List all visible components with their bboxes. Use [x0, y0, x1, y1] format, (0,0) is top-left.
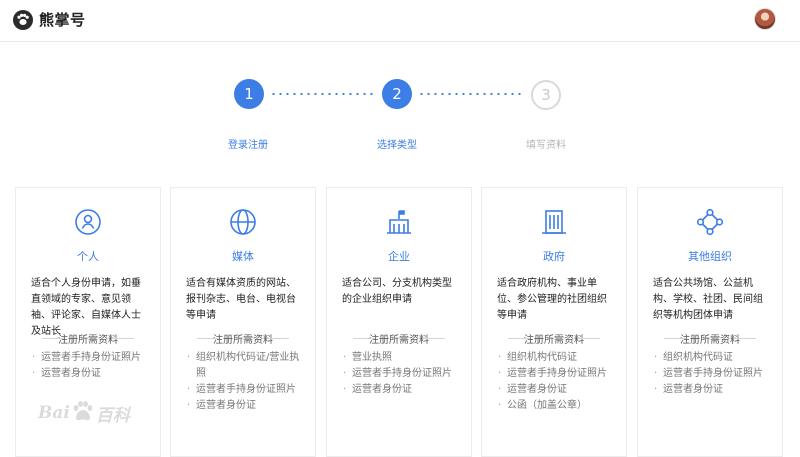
user-avatar[interactable]: [754, 8, 776, 30]
card-description: 适合有媒体资质的网站、报刊杂志、电台、电视台等申请: [186, 278, 296, 321]
step-connector-1: [270, 93, 374, 95]
requirements-list: 组织机构代码证 运营者手持身份证照片 运营者身份证: [654, 350, 772, 398]
requirement-item: 组织机构代码证/营业执照: [187, 350, 305, 382]
card-title: 企业: [388, 250, 410, 263]
person-icon: [16, 208, 160, 236]
step-3-label: 填写资料: [526, 140, 566, 151]
requirement-item: 运营者手持身份证照片: [498, 366, 616, 382]
step-2-circle: 2: [382, 79, 412, 109]
requirement-item: 运营者身份证: [498, 382, 616, 398]
requirements-heading: 注册所需资料: [490, 331, 618, 346]
watermark-right-text: 百科: [95, 405, 130, 426]
card-title: 政府: [543, 250, 565, 263]
requirements-heading: 注册所需资料: [335, 331, 463, 346]
baidu-baike-watermark: Bai 百科: [38, 400, 130, 426]
government-building-icon: [482, 208, 626, 236]
network-icon: [638, 208, 782, 236]
card-media[interactable]: 媒体 适合有媒体资质的网站、报刊杂志、电台、电视台等申请 注册所需资料 组织机构…: [170, 187, 316, 457]
requirement-item: 组织机构代码证: [498, 350, 616, 366]
card-other-organization[interactable]: 其他组织 适合公共场馆、公益机构、学校、社团、民间组织等机构团体申请 注册所需资…: [637, 187, 783, 457]
requirements-heading: 注册所需资料: [24, 331, 152, 346]
step-2-label: 选择类型: [377, 140, 417, 151]
watermark-paw-icon: [72, 400, 94, 426]
globe-icon: [171, 208, 315, 236]
step-1-circle: 1: [234, 79, 264, 109]
requirement-item: 营业执照: [343, 350, 461, 366]
top-bar: 熊掌号: [0, 0, 800, 42]
requirement-item: 运营者手持身份证照片: [343, 366, 461, 382]
card-description: 适合公共场馆、公益机构、学校、社团、民间组织等机构团体申请: [653, 278, 763, 321]
building-flag-icon: [327, 208, 471, 236]
requirements-heading: 注册所需资料: [179, 331, 307, 346]
requirement-item: 运营者身份证: [654, 382, 772, 398]
card-title: 个人: [77, 250, 99, 263]
brand-logo[interactable]: 熊掌号: [13, 9, 86, 30]
card-government[interactable]: 政府 适合政府机构、事业单位、参公管理的社团组织等申请 注册所需资料 组织机构代…: [481, 187, 627, 457]
card-title: 其他组织: [688, 250, 732, 263]
step-connector-2: [418, 93, 523, 95]
requirements-list: 运营者手持身份证照片 运营者身份证: [32, 350, 150, 382]
card-description: 适合政府机构、事业单位、参公管理的社团组织等申请: [497, 278, 607, 321]
requirement-item: 组织机构代码证: [654, 350, 772, 366]
card-title: 媒体: [232, 250, 254, 263]
requirements-list: 组织机构代码证 运营者手持身份证照片 运营者身份证 公函（加盖公章）: [498, 350, 616, 414]
requirement-item: 运营者手持身份证照片: [187, 382, 305, 398]
requirement-item: 公函（加盖公章）: [498, 398, 616, 414]
requirement-item: 运营者身份证: [187, 398, 305, 414]
requirement-item: 运营者身份证: [343, 382, 461, 398]
paw-icon: [13, 9, 33, 30]
requirements-list: 组织机构代码证/营业执照 运营者手持身份证照片 运营者身份证: [187, 350, 305, 414]
requirement-item: 运营者手持身份证照片: [654, 366, 772, 382]
requirement-item: 运营者手持身份证照片: [32, 350, 150, 366]
watermark-left-text: Bai: [38, 403, 70, 423]
card-enterprise[interactable]: 企业 适合公司、分支机构类型的企业组织申请 注册所需资料 营业执照 运营者手持身…: [326, 187, 472, 457]
requirement-item: 运营者身份证: [32, 366, 150, 382]
requirements-heading: 注册所需资料: [646, 331, 774, 346]
step-1-label: 登录注册: [228, 140, 268, 151]
requirements-list: 营业执照 运营者手持身份证照片 运营者身份证: [343, 350, 461, 398]
card-description: 适合公司、分支机构类型的企业组织申请: [342, 278, 452, 305]
brand-name: 熊掌号: [39, 11, 86, 29]
step-3-circle: 3: [531, 80, 561, 110]
